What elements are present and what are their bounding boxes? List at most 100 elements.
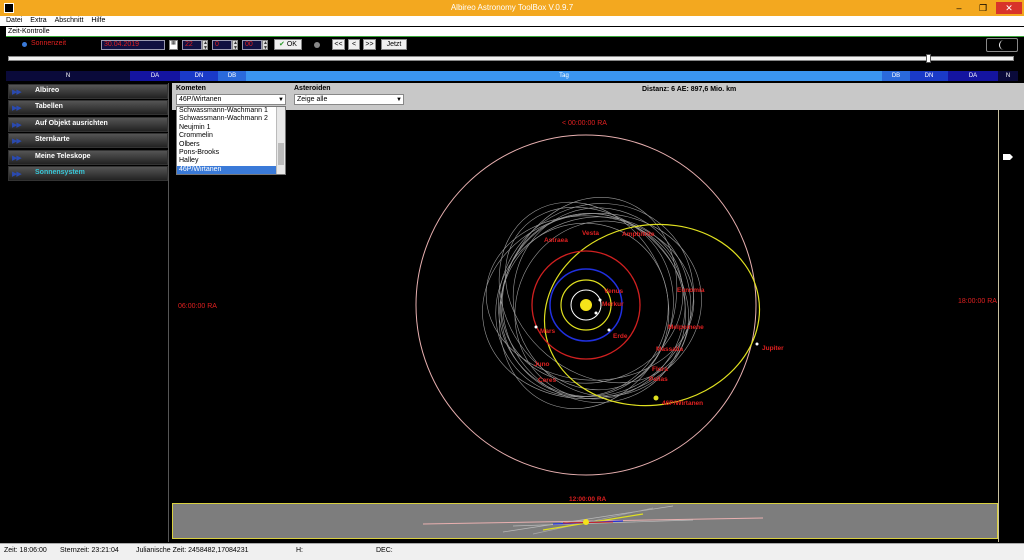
body-label: Ceres	[538, 377, 556, 384]
body-label: Pallas	[649, 376, 668, 383]
list-item[interactable]: Olbers	[177, 141, 285, 149]
moon-icon	[999, 40, 1004, 50]
menu-abschnitt[interactable]: Abschnitt	[55, 17, 84, 24]
moon-phase	[986, 38, 1018, 52]
mode-radio[interactable]	[22, 42, 27, 47]
hour-field[interactable]: 22	[182, 40, 202, 50]
second-field[interactable]: 00	[242, 40, 262, 50]
ok-button[interactable]: ✔ OK	[274, 39, 302, 50]
dropdown-scrollbar[interactable]	[276, 107, 285, 174]
status-hour-angle: H:	[296, 547, 303, 554]
body-label: Astraea	[544, 237, 568, 244]
time-control-header: Zeit-Kontrolle	[6, 27, 1024, 37]
status-dec: DEC:	[376, 547, 393, 554]
mars-marker	[534, 325, 538, 329]
list-item[interactable]: Halley	[177, 157, 285, 165]
double-arrow-icon: ▶▶	[12, 122, 22, 129]
body-label: Merkur	[602, 301, 624, 308]
comet-marker	[653, 395, 659, 401]
chevron-down-icon: ▼	[278, 97, 284, 103]
double-arrow-icon: ▶▶	[12, 155, 22, 162]
sidebar-item-ausrichten[interactable]: ▶▶ Auf Objekt ausrichten	[8, 117, 168, 132]
body-label: Flora	[652, 366, 668, 373]
sun	[583, 519, 589, 525]
sidebar: ▶▶ Albireo ▶▶ Tabellen ▶▶ Auf Objekt ausric…	[6, 83, 169, 542]
pointer-marker-icon[interactable]	[1003, 154, 1013, 160]
list-item-selected[interactable]: 46P/Wirtanen	[177, 165, 285, 175]
day-night-timeline: N DA DN DB Tag DB DN DA N	[6, 71, 1018, 81]
sidebar-item-tabellen[interactable]: ▶▶ Tabellen	[8, 100, 168, 115]
double-arrow-icon: ▶▶	[12, 89, 22, 96]
sidebar-item-teleskope[interactable]: ▶▶ Meine Teleskope	[8, 150, 168, 165]
window-title: Albireo Astronomy ToolBox V.0.9.7	[450, 3, 574, 12]
timeline-segment: DB	[882, 71, 910, 81]
ra-left-label: 06:00:00 RA	[178, 303, 217, 310]
sidebar-item-sternkarte[interactable]: ▶▶ Sternkarte	[8, 133, 168, 148]
distance-readout: Distanz: 6 AE: 897,6 Mio. km	[642, 86, 737, 93]
filter-bar: Kometen 46P/Wirtanen ▼ Asteroiden Zeige a…	[172, 83, 1024, 110]
solar-system-view[interactable]: < 00:00:00 RA 06:00:00 RA 18:00:00 RA Ve…	[172, 110, 998, 503]
comets-label: Kometen	[176, 85, 206, 92]
time-slider[interactable]	[8, 56, 1014, 61]
body-label: Eunomia	[677, 287, 705, 294]
forward-button[interactable]: >>	[363, 39, 376, 50]
status-julian: Julianische Zeit: 2458482,17084231	[136, 547, 249, 554]
body-label: Juno	[534, 361, 550, 368]
double-arrow-icon: ▶▶	[12, 138, 22, 145]
ra-right-label: 18:00:00 RA	[958, 298, 997, 305]
timeline-segment: DB	[218, 71, 246, 81]
asteroids-select[interactable]: Zeige alle ▼	[294, 94, 404, 105]
minute-stepper[interactable]: ▲ ▼	[232, 40, 238, 51]
hour-stepper[interactable]: ▲ ▼	[202, 40, 208, 51]
timeline-segment: DA	[130, 71, 180, 81]
status-time: Zeit: 18:06:00	[4, 547, 47, 554]
asteroids-label: Asteroiden	[294, 85, 331, 92]
side-view[interactable]	[172, 503, 998, 539]
body-label: Vesta	[582, 230, 599, 237]
minimize-button[interactable]: –	[950, 2, 968, 14]
now-button[interactable]: Jetzt	[381, 39, 407, 50]
sidebar-item-sonnensystem[interactable]: ▶▶ Sonnensystem	[8, 166, 168, 181]
double-arrow-icon: ▶▶	[12, 105, 22, 112]
rewind-button[interactable]: <<	[332, 39, 345, 50]
time-control-title: Zeit-Kontrolle	[8, 28, 50, 35]
close-button[interactable]: ✕	[996, 2, 1022, 14]
comets-select[interactable]: 46P/Wirtanen ▼	[176, 94, 286, 105]
timeline-segment: DA	[948, 71, 998, 81]
list-item[interactable]: Pons-Brooks	[177, 149, 285, 157]
second-stepper[interactable]: ▲ ▼	[262, 40, 268, 51]
menu-datei[interactable]: Datei	[6, 17, 22, 24]
calendar-icon[interactable]: ▦	[169, 40, 178, 50]
list-item[interactable]: Crommelin	[177, 132, 285, 140]
body-label: Venus	[604, 288, 624, 295]
minute-field[interactable]: 0	[212, 40, 232, 50]
orbit-diagram: < 00:00:00 RA 06:00:00 RA 18:00:00 RA Ve…	[178, 120, 997, 503]
maximize-button[interactable]: ❐	[974, 2, 992, 14]
title-bar: Albireo Astronomy ToolBox V.0.9.7 – ❐ ✕	[0, 0, 1024, 16]
comets-dropdown-list[interactable]: Schwassmann-Wachmann 1 Schwassmann-Wachm…	[176, 106, 286, 175]
right-panel	[998, 110, 1024, 542]
earth-marker	[607, 328, 611, 332]
back-button[interactable]: <	[348, 39, 360, 50]
body-label: Mars	[540, 328, 556, 335]
body-label: Massalia	[656, 346, 683, 353]
jupiter-marker	[755, 342, 759, 346]
timeline-segment: Tag	[246, 71, 882, 81]
body-label: Jupiter	[762, 345, 784, 352]
side-view-diagram	[422, 505, 764, 535]
record-icon[interactable]	[314, 42, 320, 48]
date-field[interactable]: 30.04.2019	[101, 40, 165, 50]
list-item[interactable]: Schwassmann-Wachmann 2	[177, 115, 285, 123]
timeline-segment: DN	[180, 71, 218, 81]
body-label: Amphitrite	[622, 231, 655, 238]
double-arrow-icon: ▶▶	[12, 171, 22, 178]
menu-bar: Datei Extra Abschnitt Hilfe	[0, 16, 1024, 26]
sidebar-item-albireo[interactable]: ▶▶ Albireo	[8, 84, 168, 99]
body-label: 46P/Wirtanen	[662, 400, 703, 407]
menu-hilfe[interactable]: Hilfe	[91, 17, 105, 24]
time-slider-thumb[interactable]	[926, 54, 931, 63]
list-item[interactable]: Neujmin 1	[177, 124, 285, 132]
scrollbar-thumb[interactable]	[278, 143, 284, 165]
list-item[interactable]: Schwassmann-Wachmann 1	[177, 107, 285, 115]
menu-extra[interactable]: Extra	[30, 17, 46, 24]
